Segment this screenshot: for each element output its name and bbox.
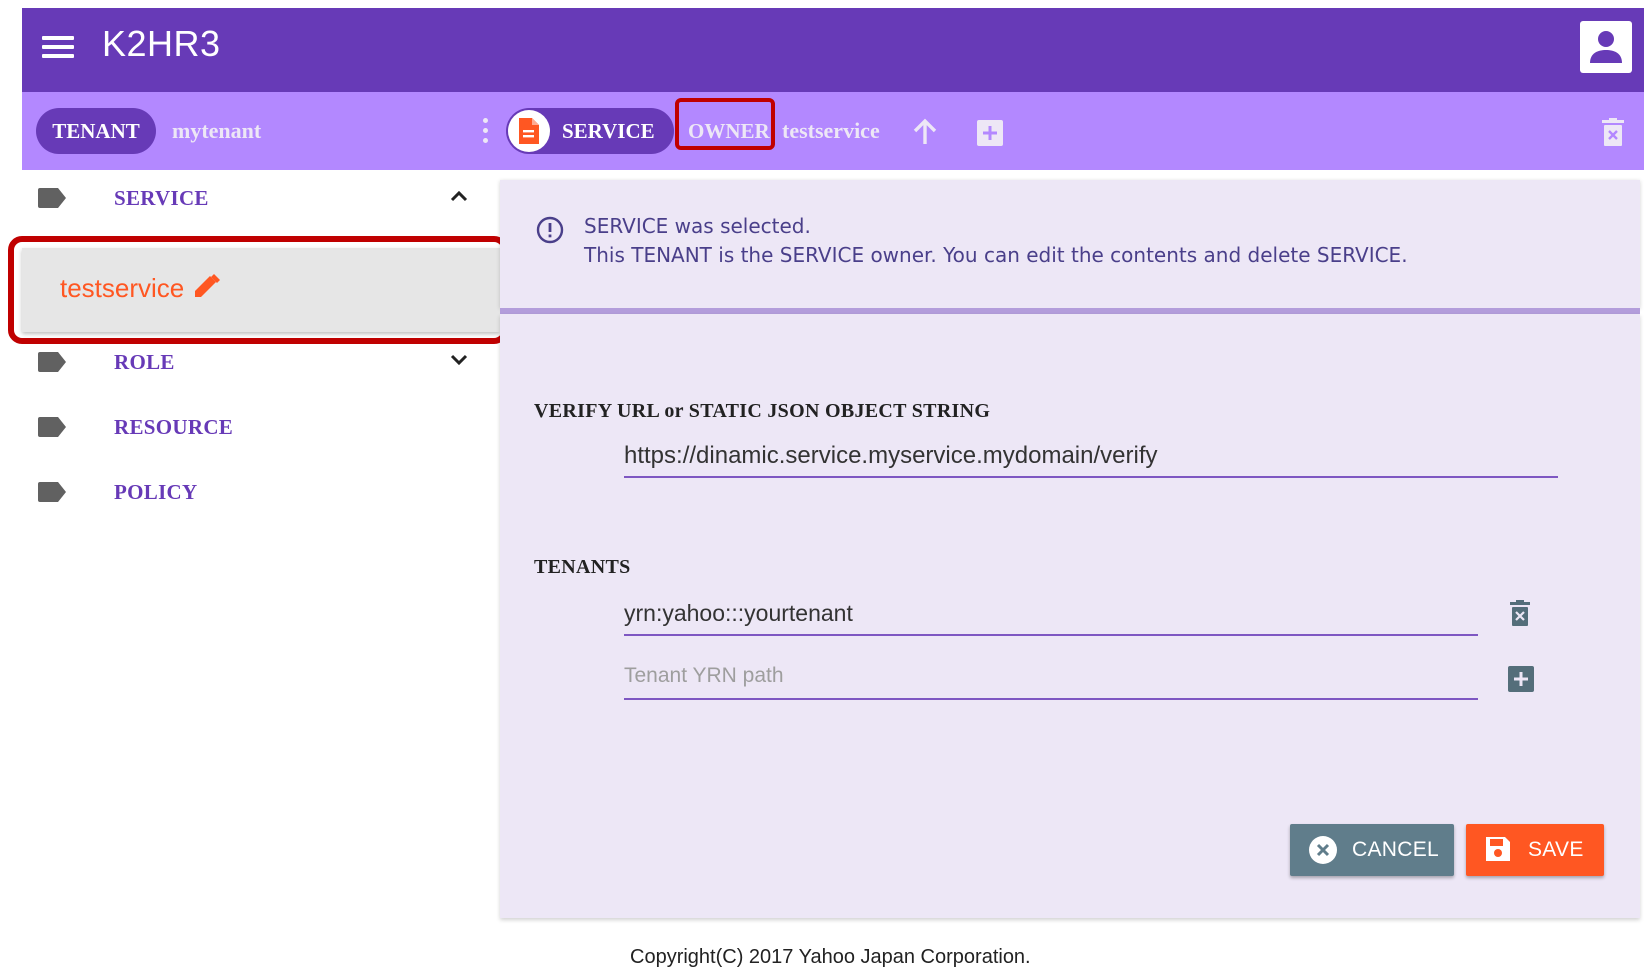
verify-url-label: VERIFY URL or STATIC JSON OBJECT STRING [534,400,991,422]
menu-icon[interactable] [42,34,76,64]
sidebar-item-service[interactable]: SERVICE [22,170,490,226]
cancel-button-label: CANCEL [1352,838,1439,861]
add-box-icon[interactable] [1508,666,1534,692]
account-button[interactable] [1580,21,1632,73]
chevron-down-icon[interactable] [450,354,468,366]
tenant-yrn-path-input[interactable]: Tenant YRN path [624,654,1478,700]
account-icon [1590,31,1622,63]
sidebar-item-label: POLICY [114,480,198,504]
sidebar-subitem-label: testservice [60,273,185,303]
tenant-yrn-path-placeholder: Tenant YRN path [624,664,784,687]
edit-icon[interactable] [192,272,220,300]
tenant-chip[interactable]: TENANT [36,108,156,154]
sidebar-item-label: RESOURCE [114,415,234,439]
app-title: K2HR3 [102,23,221,64]
service-avatar [508,110,550,152]
owner-highlight-box [675,98,775,150]
service-form-card: VERIFY URL or STATIC JSON OBJECT STRING … [500,314,1640,918]
info-message-card: SERVICE was selected. This TENANT is the… [500,180,1640,308]
save-icon [1486,837,1510,861]
label-icon [38,482,66,502]
arrow-up-icon[interactable] [912,118,938,146]
tenant-name: mytenant [172,118,262,143]
tenants-label: TENANTS [534,556,631,578]
save-button-label: SAVE [1528,838,1584,861]
sidebar-item-resource[interactable]: RESOURCE [22,399,490,455]
info-message-line: This TENANT is the SERVICE owner. You ca… [584,243,1408,267]
info-outline-icon [536,216,564,244]
delete-forever-icon[interactable] [1510,600,1530,626]
toolbar: TENANT mytenant SERVICE OWNER testservic… [22,92,1644,170]
label-icon [38,352,66,372]
tenant-field[interactable]: yrn:yahoo:::yourtenant [624,590,1478,636]
more-vert-icon[interactable] [480,118,490,146]
sidebar-item-label: ROLE [114,350,175,374]
cancel-icon [1309,836,1337,864]
document-icon [519,118,539,144]
app-bar: K2HR3 [22,8,1644,92]
cancel-button[interactable]: CANCEL [1290,824,1454,876]
label-icon [38,188,66,208]
tenant-field-value: yrn:yahoo:::yourtenant [624,600,853,626]
footer-copyright: Copyright(C) 2017 Yahoo Japan Corporatio… [630,946,1031,968]
service-chip-label: SERVICE [562,119,655,143]
add-box-icon[interactable] [977,120,1003,146]
sidebar-item-role[interactable]: ROLE [22,334,490,390]
sidebar-item-label: SERVICE [114,186,209,210]
service-chip[interactable]: SERVICE [506,108,674,154]
verify-url-value: https://dinamic.service.myservice.mydoma… [624,442,1158,469]
chevron-up-icon[interactable] [450,190,468,202]
info-message-line: SERVICE was selected. [584,214,811,238]
label-icon [38,417,66,437]
sidebar-subitem-testservice[interactable]: testservice [22,248,500,332]
sidebar-item-policy[interactable]: POLICY [22,464,490,520]
delete-forever-icon[interactable] [1602,118,1624,146]
service-name: testservice [782,118,880,143]
verify-url-field[interactable]: https://dinamic.service.myservice.mydoma… [624,432,1558,478]
save-button[interactable]: SAVE [1466,824,1604,876]
